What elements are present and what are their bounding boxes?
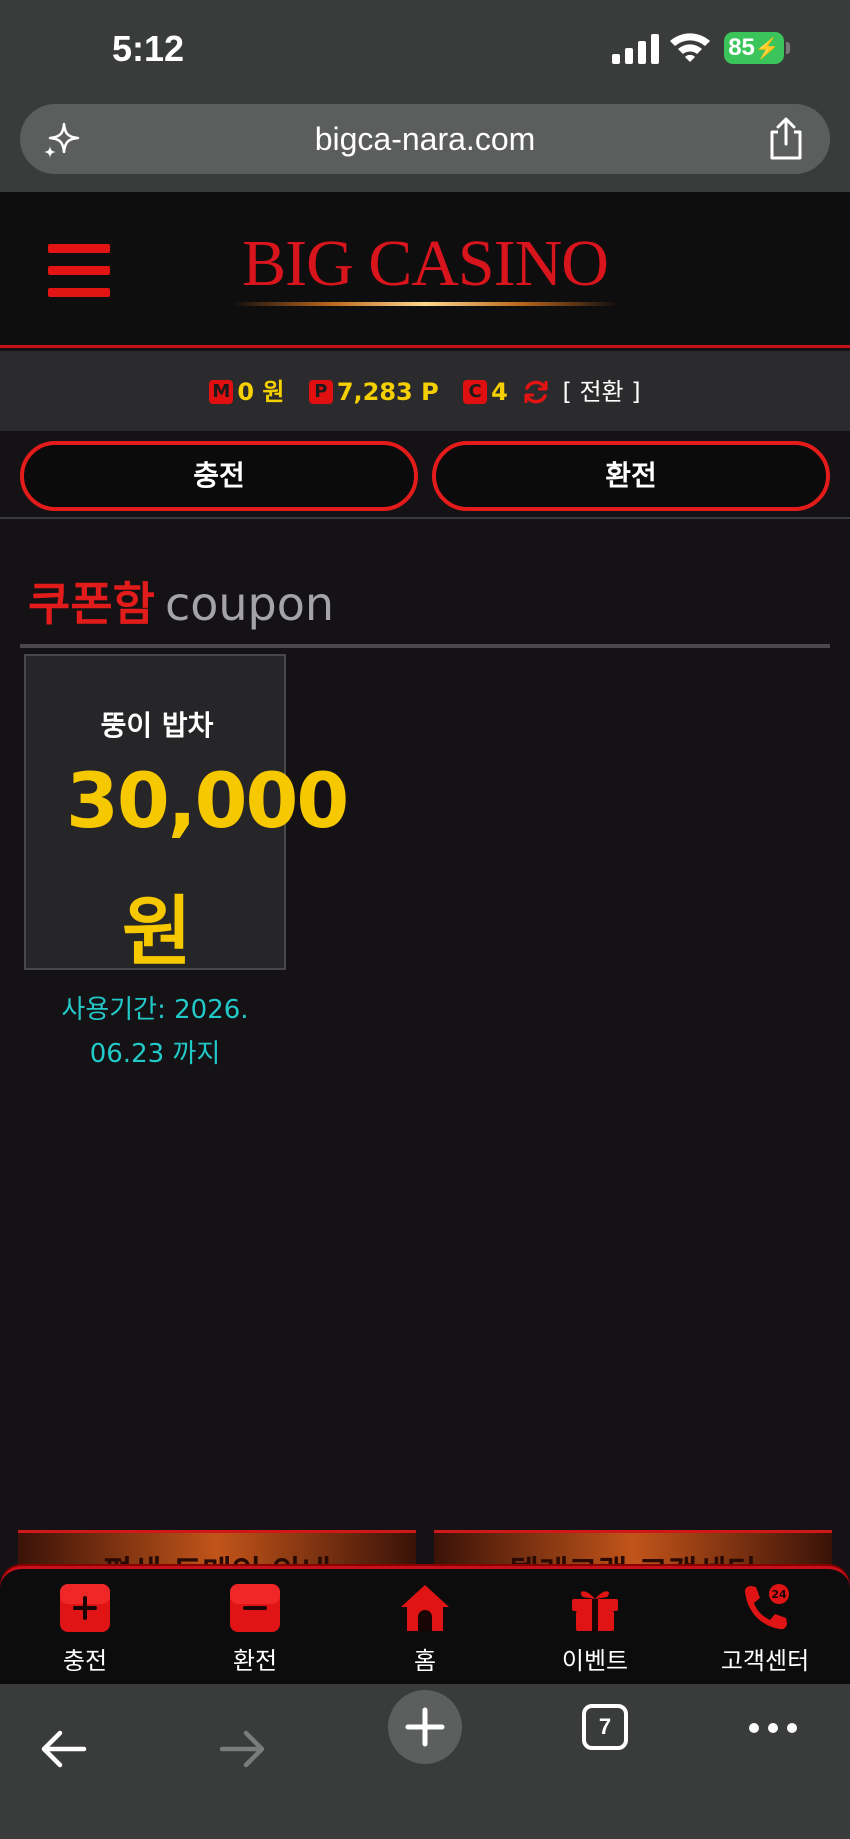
page-title-korean: 쿠폰함 — [28, 577, 155, 631]
balance-bar: M0 원 P 7,283 P C4 [ 전환 ] — [0, 351, 850, 431]
more-icon[interactable] — [748, 1718, 798, 1738]
section-divider — [20, 644, 830, 648]
site-header: BIG CASINO — [0, 192, 850, 348]
money-badge: M — [209, 380, 234, 404]
url-text[interactable]: bigca-nara.com — [20, 104, 830, 174]
nav-label: 이벤트 — [561, 1647, 629, 1675]
page-title-english: coupon — [164, 577, 335, 631]
battery-indicator: 85⚡ — [724, 32, 784, 64]
site-logo[interactable]: BIG CASINO — [200, 226, 650, 302]
cellular-signal-icon — [612, 34, 659, 64]
menu-icon[interactable] — [48, 244, 110, 298]
nav-item-exchange[interactable]: 환전 — [170, 1583, 340, 1676]
plus-icon — [405, 1707, 445, 1747]
refresh-icon[interactable] — [522, 378, 550, 406]
share-icon[interactable] — [764, 116, 808, 162]
nav-label: 고객센터 — [720, 1647, 810, 1675]
screen: 5:12 85⚡ bigca-nara.com BIG CASINO M 0 원… — [0, 0, 850, 1839]
minus-icon — [230, 1584, 280, 1632]
address-bar[interactable]: bigca-nara.com — [20, 104, 830, 174]
action-buttons: 충전 환전 — [0, 431, 850, 519]
battery-level: 85 — [728, 34, 755, 61]
plus-icon — [60, 1584, 110, 1632]
coupon-count: 4 — [491, 378, 508, 406]
money-value: 0 원 — [237, 378, 285, 406]
home-icon — [401, 1585, 449, 1631]
exchange-button[interactable]: 환전 — [432, 441, 830, 511]
new-tab-button[interactable] — [388, 1690, 462, 1764]
convert-link[interactable]: [ 전환 ] — [562, 378, 640, 406]
browser-address-area: bigca-nara.com — [0, 100, 850, 192]
bottom-nav: 충전 환전 홈 이벤트 24 고객센터 — [0, 1566, 850, 1684]
page-title: 쿠폰함 coupon — [28, 568, 334, 634]
point-value: 7,283 P — [336, 378, 439, 406]
svg-text:24: 24 — [771, 1588, 787, 1601]
coupon-badge: C — [463, 380, 488, 404]
nav-item-event[interactable]: 이벤트 — [510, 1583, 680, 1676]
tab-switcher-button[interactable]: 7 — [582, 1704, 628, 1750]
logo-underline — [232, 302, 618, 306]
charging-bolt-icon: ⚡ — [754, 38, 780, 60]
back-arrow-icon[interactable] — [38, 1724, 88, 1774]
nav-item-charge[interactable]: 충전 — [0, 1583, 170, 1676]
gift-icon — [572, 1591, 618, 1631]
status-bar: 5:12 85⚡ — [0, 0, 850, 100]
coupon-expiry: 사용기간: 2026.06.23 까지 — [61, 995, 249, 1069]
charge-button[interactable]: 충전 — [20, 441, 418, 511]
phone-24-icon: 24 — [745, 1584, 789, 1630]
coupon-card[interactable]: 뚱이 밥차 30,000 원 — [24, 654, 349, 976]
banner-telegram-support[interactable]: 텔레그램 고객센터 — [434, 1530, 832, 1570]
browser-toolbar: 7 — [0, 1684, 850, 1839]
battery-tip — [786, 42, 790, 54]
nav-label: 충전 — [62, 1647, 108, 1675]
nav-item-support[interactable]: 24 고객센터 — [680, 1583, 850, 1676]
nav-item-home[interactable]: 홈 — [340, 1583, 510, 1676]
nav-label: 홈 — [413, 1647, 437, 1675]
coupon-unit: 원 — [122, 887, 192, 976]
point-badge: P — [308, 380, 333, 404]
status-time: 5:12 — [112, 28, 185, 69]
banner-domain-notice[interactable]: 평생 도메인 안내 — [18, 1530, 416, 1570]
forward-arrow-icon[interactable] — [218, 1724, 268, 1774]
coupon-amount: 30,000 — [66, 756, 349, 845]
wifi-icon — [670, 33, 710, 62]
nav-label: 환전 — [232, 1647, 278, 1675]
coupon-name: 뚱이 밥차 — [100, 709, 214, 742]
